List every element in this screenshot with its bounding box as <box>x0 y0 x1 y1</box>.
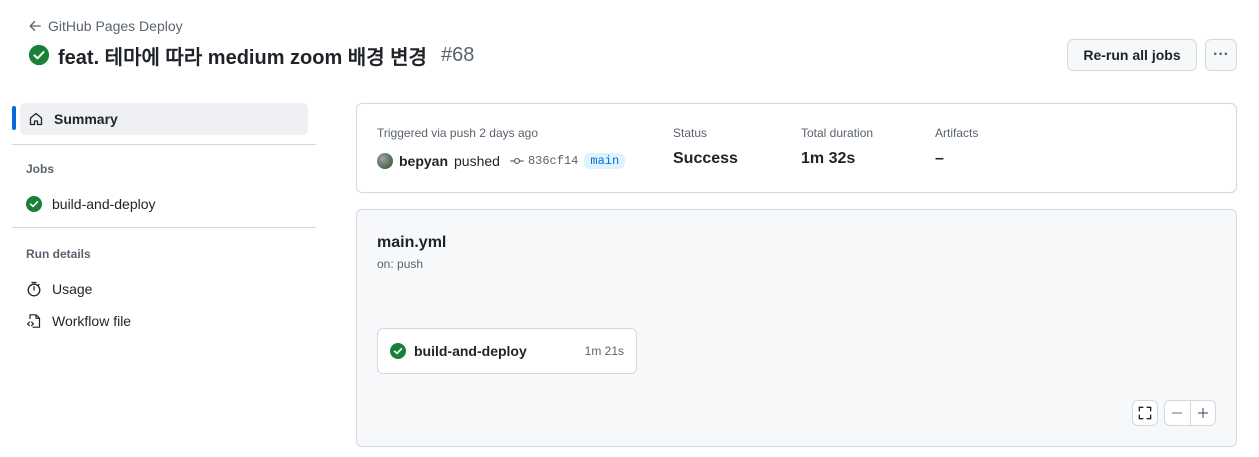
minus-icon <box>1172 412 1183 414</box>
actor-name[interactable]: bepyan <box>399 153 448 169</box>
artifacts-label: Artifacts <box>935 126 979 140</box>
workflow-graph: main.yml on: push build-and-deploy 1m 21… <box>356 209 1237 447</box>
kebab-icon: ··· <box>1213 46 1229 63</box>
job-name: build-and-deploy <box>414 343 527 359</box>
duration-value: 1m 32s <box>801 150 856 167</box>
rerun-all-jobs-button[interactable]: Re-run all jobs <box>1067 39 1197 71</box>
check-circle-icon <box>28 44 50 66</box>
job-duration: 1m 21s <box>584 344 624 358</box>
check-circle-icon <box>390 343 406 359</box>
sidebar-item-label: Usage <box>52 281 93 297</box>
sidebar-item-usage[interactable]: Usage <box>26 279 92 299</box>
status-value: Success <box>673 150 738 167</box>
actor-action: pushed <box>454 153 500 169</box>
branch-badge[interactable]: main <box>584 153 626 169</box>
sidebar-item-job[interactable]: build-and-deploy <box>26 194 156 214</box>
back-link[interactable]: GitHub Pages Deploy <box>28 16 183 36</box>
run-summary-card: Triggered via push 2 days ago bepyan pus… <box>356 103 1237 193</box>
home-icon <box>29 112 43 126</box>
check-circle-icon <box>26 196 42 212</box>
sidebar-item-label: Workflow file <box>52 313 132 329</box>
stopwatch-icon <box>27 281 41 297</box>
plus-icon <box>1197 407 1208 419</box>
commit-link[interactable]: 836cf14 <box>510 154 578 168</box>
active-indicator <box>12 106 16 130</box>
sidebar-divider <box>12 144 316 145</box>
jobs-heading: Jobs <box>26 162 55 176</box>
artifacts-value: – <box>935 150 944 167</box>
status-label: Status <box>673 126 708 140</box>
run-details-heading: Run details <box>26 247 91 261</box>
workflow-trigger: on: push <box>377 257 424 271</box>
actor-row: bepyan pushed 836cf14 main <box>377 151 626 171</box>
trigger-text: Triggered via push 2 days ago <box>377 126 538 140</box>
sidebar-item-workflow-file[interactable]: Workflow file <box>26 311 131 331</box>
duration-label: Total duration <box>801 126 874 140</box>
run-title: feat. 테마에 따라 medium zoom 배경 변경 <box>58 46 427 69</box>
commit-icon <box>510 157 524 165</box>
avatar[interactable] <box>377 153 393 169</box>
zoom-controls <box>1164 400 1216 426</box>
fullscreen-icon <box>1138 406 1152 420</box>
workflow-file-name: main.yml <box>377 234 447 251</box>
back-link-label[interactable]: GitHub Pages Deploy <box>48 18 183 34</box>
rerun-all-jobs-label: Re-run all jobs <box>1083 47 1181 63</box>
sidebar-divider <box>12 227 316 228</box>
commit-sha[interactable]: 836cf14 <box>528 154 578 168</box>
zoom-in-button[interactable] <box>1189 401 1216 425</box>
file-code-icon <box>27 314 41 328</box>
page-title: feat. 테마에 따라 medium zoom 배경 변경 #68 <box>28 42 475 69</box>
more-options-button[interactable]: ··· <box>1205 39 1237 71</box>
sidebar-item-label: build-and-deploy <box>52 196 156 212</box>
sidebar-item-label: Summary <box>54 111 118 127</box>
job-card[interactable]: build-and-deploy 1m 21s <box>377 328 637 374</box>
arrow-left-icon <box>29 20 41 32</box>
run-number: #68 <box>440 43 475 66</box>
fullscreen-button[interactable] <box>1132 400 1158 426</box>
zoom-out-button[interactable] <box>1165 401 1190 425</box>
sidebar-item-summary[interactable]: Summary <box>20 103 308 135</box>
